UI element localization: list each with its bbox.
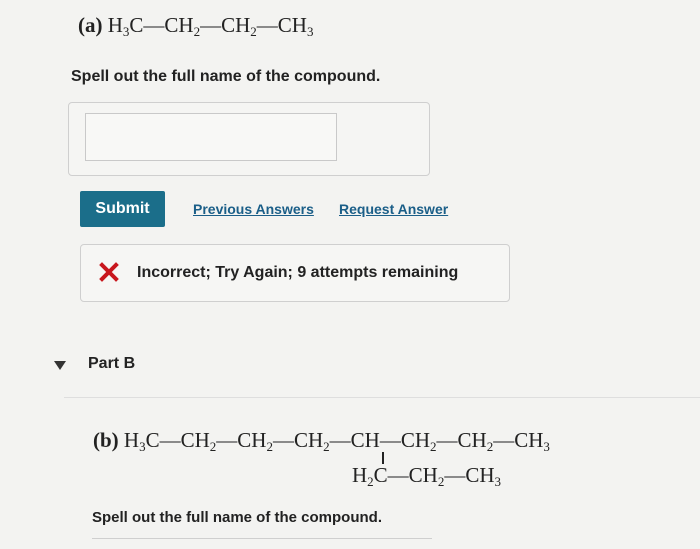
caret-down-icon[interactable] (54, 361, 66, 371)
answer-input[interactable] (85, 113, 337, 161)
feedback-text: Incorrect; Try Again; 9 attempts remaini… (137, 264, 459, 281)
part-b-header[interactable]: Part B (88, 355, 135, 373)
question-page: (a) H3C—CH2—CH2—CH3 Spell out the full n… (0, 0, 700, 542)
prompt-part-b: Spell out the full name of the compound. (92, 509, 382, 526)
divider (64, 397, 700, 398)
formula-part-a: (a) H3C—CH2—CH2—CH3 (78, 13, 313, 40)
part-b-label: (b) (93, 428, 119, 452)
answer-panel (68, 102, 430, 176)
feedback-box: Incorrect; Try Again; 9 attempts remaini… (80, 244, 510, 302)
formula-part-b: (b) H3C—CH2—CH2—CH2—CH—CH2—CH2—CH3 (93, 428, 550, 455)
x-icon (99, 262, 119, 282)
formula-a-text: H3C—CH2—CH2—CH3 (107, 13, 314, 39)
answer-panel-part-b (92, 538, 432, 549)
part-a-label: (a) (78, 13, 103, 37)
formula-b-main: H3C—CH2—CH2—CH2—CH—CH2—CH2—CH3 (123, 428, 550, 454)
formula-b-branch: H2C—CH2—CH3 (352, 463, 502, 489)
previous-answers-link[interactable]: Previous Answers (193, 201, 314, 217)
request-answer-link[interactable]: Request Answer (339, 201, 448, 217)
submit-button[interactable]: Submit (80, 191, 165, 227)
prompt-part-a: Spell out the full name of the compound. (71, 68, 381, 85)
